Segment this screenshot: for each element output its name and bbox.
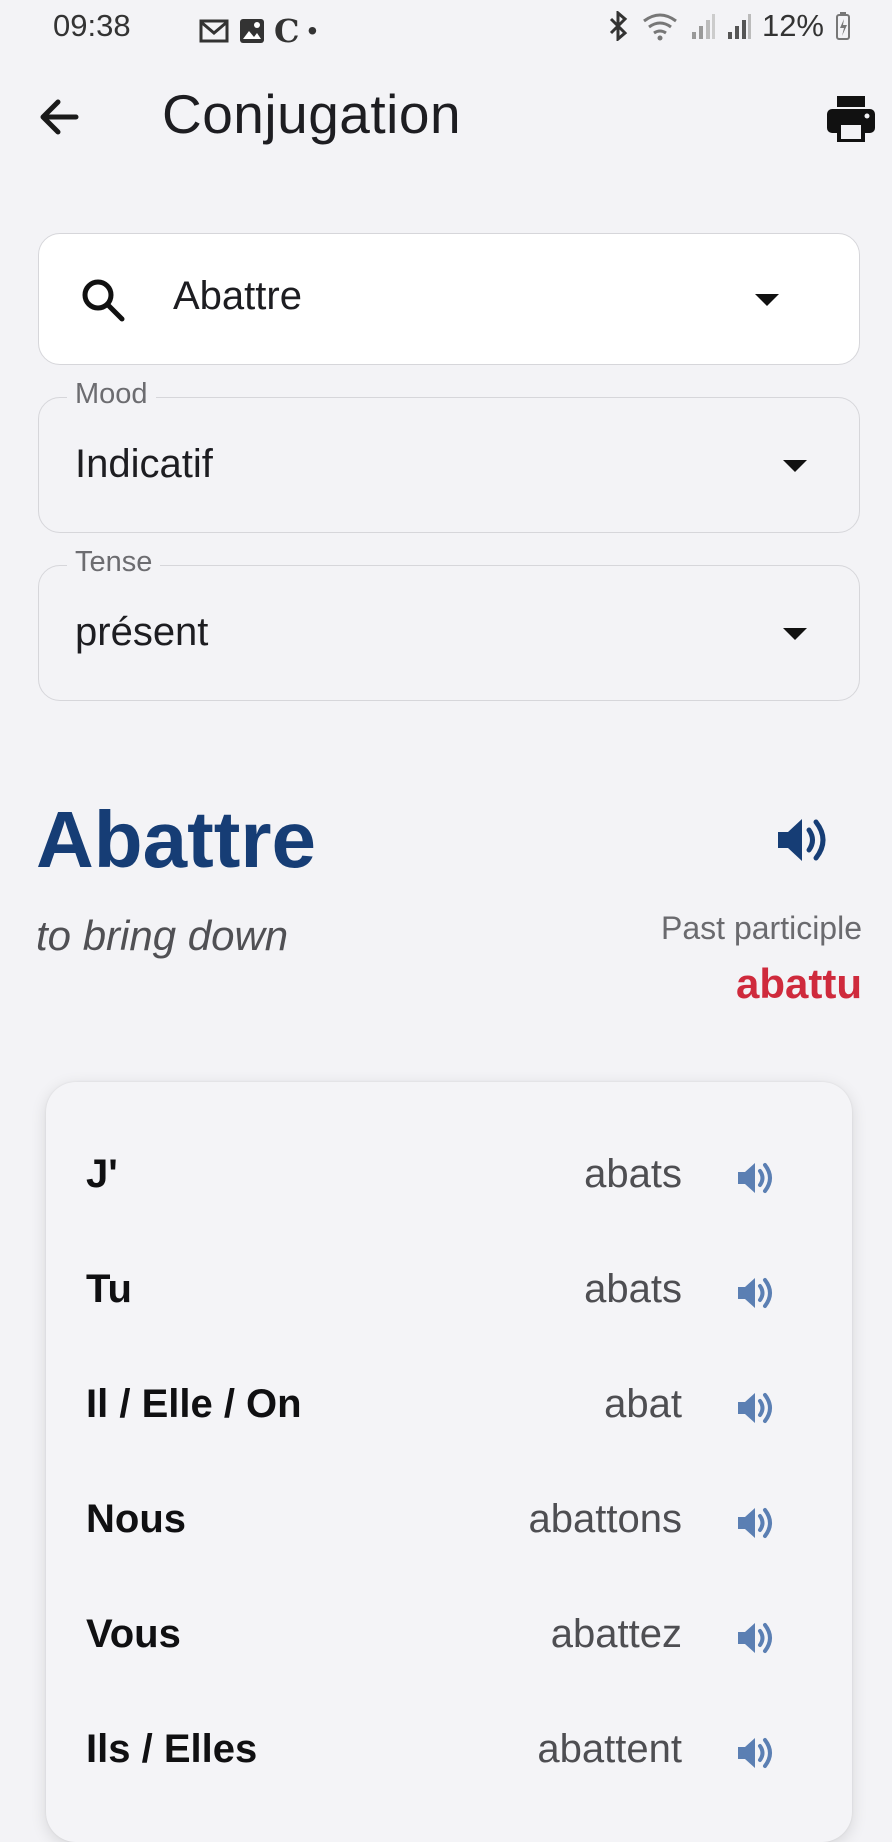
speaker-icon[interactable] [736, 1620, 776, 1656]
past-participle-value: abattu [736, 960, 862, 1007]
conjugated-form: abats [584, 1267, 682, 1311]
verb-infinitive: Abattre [36, 795, 317, 884]
battery-charging-icon [836, 12, 850, 40]
pronoun: Vous [86, 1612, 181, 1656]
battery-percent: 12% [761, 8, 824, 43]
mood-label: Mood [67, 378, 156, 411]
mood-dropdown[interactable]: Mood Indicatif [38, 378, 860, 533]
mood-value: Indicatif [75, 442, 213, 486]
search-value: Abattre [173, 274, 302, 318]
pronoun: J' [86, 1152, 118, 1196]
page-title: Conjugation [162, 83, 462, 145]
speaker-icon[interactable] [736, 1735, 776, 1771]
wifi-icon [643, 13, 677, 41]
pronoun: Tu [86, 1267, 132, 1311]
speaker-icon[interactable] [736, 1160, 776, 1196]
conjugation-row: J' abats [46, 1126, 852, 1226]
back-arrow-icon[interactable] [34, 92, 84, 142]
chevron-down-icon [783, 628, 807, 640]
speaker-icon[interactable] [736, 1505, 776, 1541]
speaker-icon[interactable] [736, 1390, 776, 1426]
chevron-down-icon [755, 294, 779, 306]
speaker-icon[interactable] [776, 816, 832, 864]
verb-translation: to bring down [36, 912, 289, 959]
tense-dropdown[interactable]: Tense présent [38, 546, 860, 701]
tense-label: Tense [67, 546, 161, 579]
conjugated-form: abattez [550, 1612, 682, 1656]
c-app-icon: C [274, 12, 300, 50]
conjugation-row: Vous abattez [46, 1586, 852, 1686]
pronoun: Nous [86, 1497, 186, 1541]
status-notification-icons: C • [198, 12, 317, 50]
gallery-icon [240, 19, 264, 43]
conjugation-row: Nous abattons [46, 1471, 852, 1571]
conjugated-form: abattons [528, 1497, 682, 1541]
pronoun: Il / Elle / On [86, 1382, 302, 1426]
conjugated-form: abat [604, 1382, 682, 1426]
status-time: 09:38 [53, 8, 131, 43]
signal-1-icon [691, 14, 715, 39]
conjugation-card: J' abats Tu abats Il / Elle / On abat No… [46, 1082, 852, 1842]
chevron-down-icon [783, 460, 807, 472]
conjugation-row: Ils / Elles abattent [46, 1701, 852, 1801]
conjugation-row: Il / Elle / On abat [46, 1356, 852, 1456]
speaker-icon[interactable] [736, 1275, 776, 1311]
conjugated-form: abats [584, 1152, 682, 1196]
signal-2-icon [727, 14, 751, 39]
conjugation-row: Tu abats [46, 1241, 852, 1341]
more-dot-icon: • [307, 15, 318, 46]
conjugated-form: abattent [537, 1727, 682, 1771]
pronoun: Ils / Elles [86, 1727, 258, 1771]
search-icon [82, 279, 125, 322]
verb-search-dropdown[interactable]: Abattre [38, 233, 860, 365]
bluetooth-icon [609, 11, 628, 41]
past-participle-label: Past participle [661, 910, 862, 946]
tense-value: présent [75, 610, 209, 654]
print-icon[interactable] [824, 92, 878, 146]
gmail-icon [199, 19, 229, 43]
status-system-icons: 12% [606, 8, 852, 44]
